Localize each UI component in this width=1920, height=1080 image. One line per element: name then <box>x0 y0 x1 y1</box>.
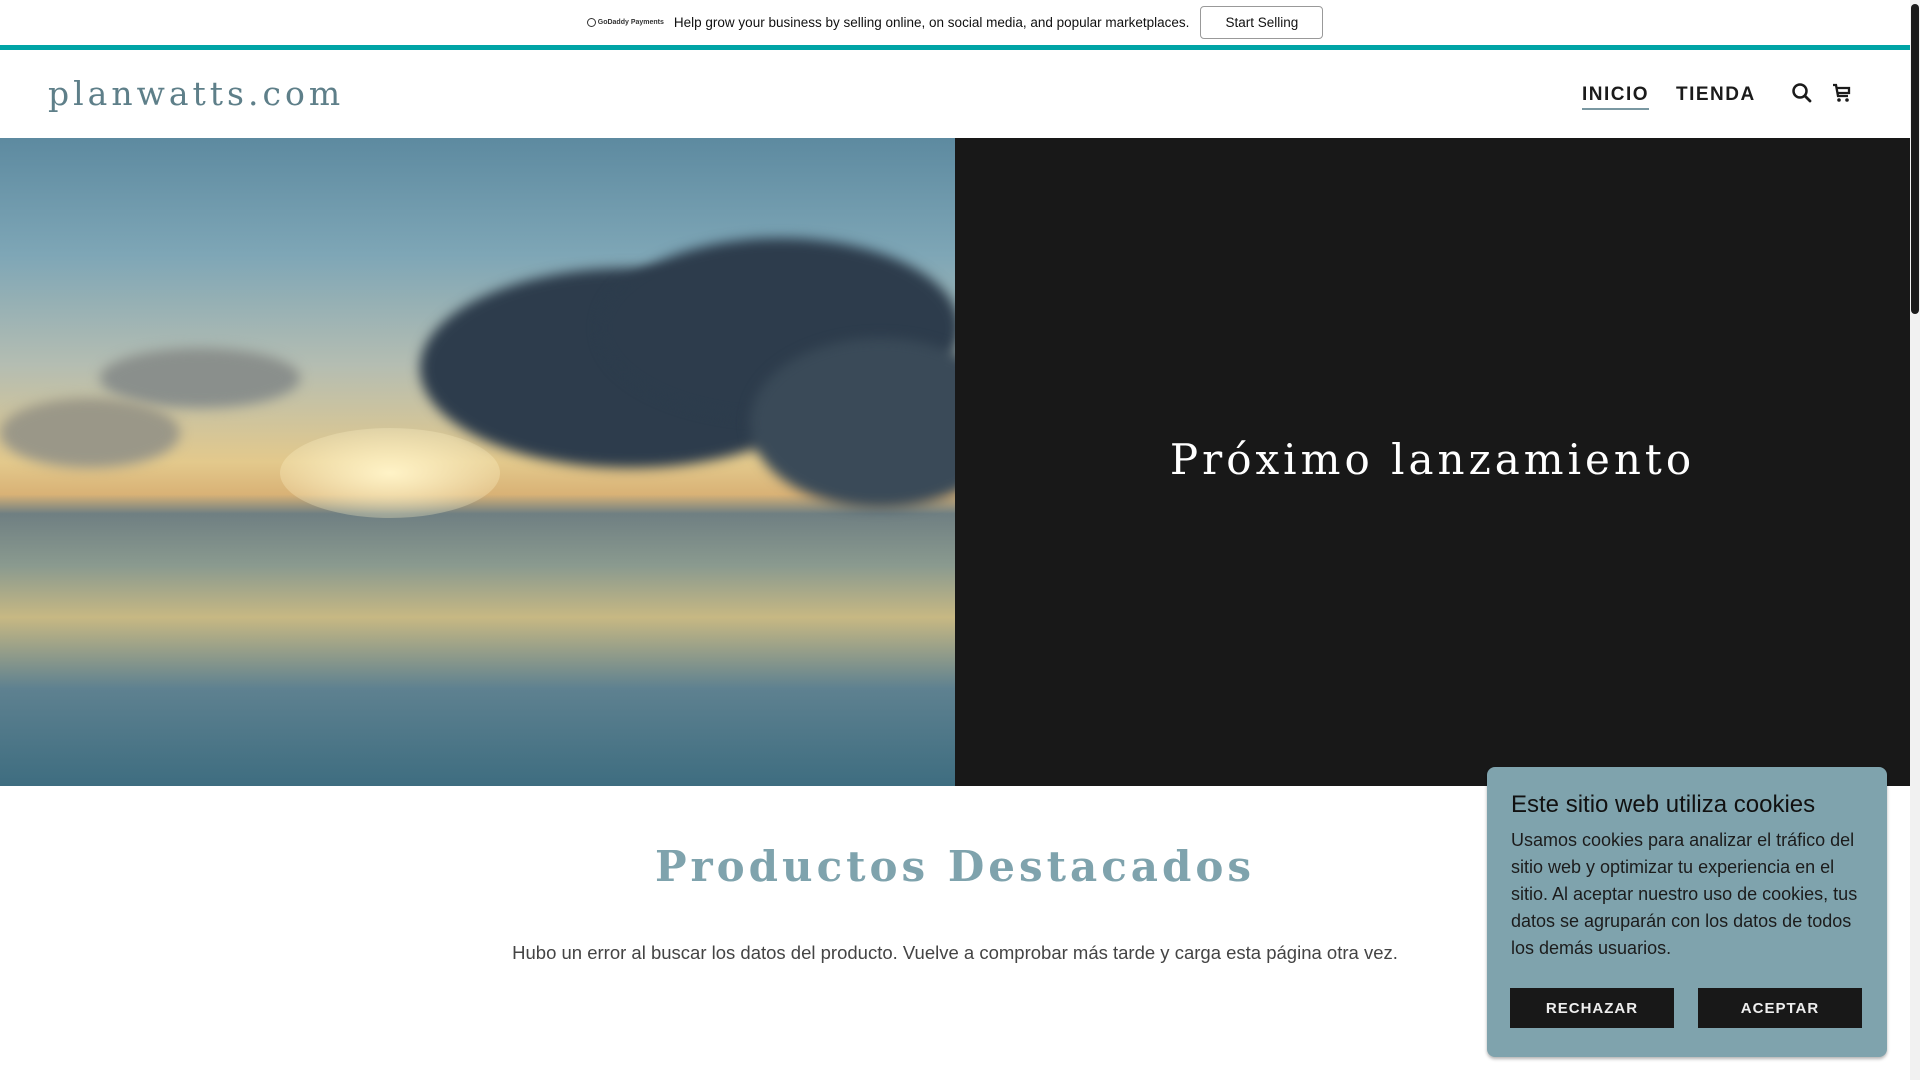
cart-icon[interactable] <box>1830 82 1852 104</box>
nav-inicio[interactable]: INICIO <box>1582 84 1650 110</box>
site-logo[interactable]: planwatts.com <box>48 74 344 113</box>
accept-cookies-button[interactable]: ACEPTAR <box>1698 988 1862 1028</box>
hero-title: Próximo lanzamiento <box>1169 435 1696 484</box>
reject-cookies-button[interactable]: RECHAZAR <box>1510 988 1674 1028</box>
cookie-body: Usamos cookies para analizar el tráfico … <box>1511 830 1858 958</box>
godaddy-payments-logo: GoDaddy Payments <box>586 18 664 27</box>
promo-banner: GoDaddy Payments Help grow your business… <box>0 0 1910 45</box>
scrollbar[interactable] <box>1910 0 1920 1080</box>
page: GoDaddy Payments Help grow your business… <box>0 0 1910 1080</box>
scrollbar-thumb[interactable] <box>1911 4 1919 314</box>
hero-section: Próximo lanzamiento <box>0 138 1910 786</box>
search-icon[interactable] <box>1791 82 1813 104</box>
cookie-title: Este sitio web utiliza cookies <box>1511 791 1816 818</box>
banner-message: Help grow your business by selling onlin… <box>673 15 1190 30</box>
start-selling-button[interactable]: Start Selling <box>1200 6 1324 39</box>
site-header: planwatts.com INICIO TIENDA <box>0 50 1910 138</box>
hero-image-sunset-beach <box>0 138 955 786</box>
brand-text: GoDaddy Payments <box>597 19 664 26</box>
hero-panel: Próximo lanzamiento <box>955 138 1910 786</box>
nav-tienda[interactable]: TIENDA <box>1676 84 1756 106</box>
cookie-consent-dialog: Este sitio web utiliza cookies Usamos co… <box>1487 767 1887 1057</box>
